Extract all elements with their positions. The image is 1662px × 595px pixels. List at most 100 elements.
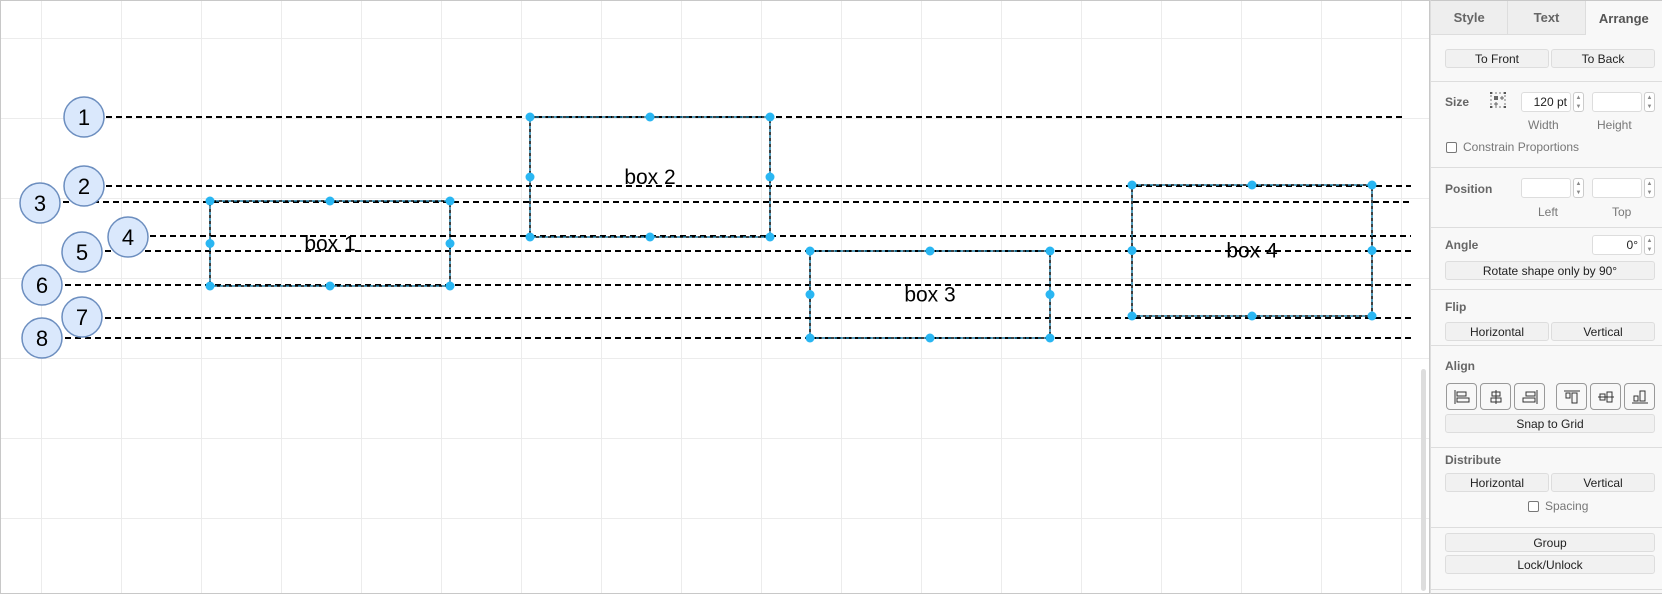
resize-handle[interactable]: [645, 112, 655, 122]
left-label: Left: [1538, 205, 1559, 219]
top-stepper[interactable]: ▲ ▼: [1644, 178, 1655, 198]
tab-style[interactable]: Style: [1431, 1, 1509, 35]
left-stepper[interactable]: ▲ ▼: [1573, 178, 1584, 198]
resize-handle[interactable]: [805, 246, 815, 256]
box-label: box 3: [904, 284, 955, 307]
resize-handle[interactable]: [1247, 180, 1257, 190]
resize-handle[interactable]: [1045, 246, 1055, 256]
resize-handle[interactable]: [925, 246, 935, 256]
resize-handle[interactable]: [325, 281, 335, 291]
resize-handle[interactable]: [205, 239, 215, 248]
diagram-canvas[interactable]: box 1 box 2 box 3 box 4 1 2 3 4 5 6 7 8: [0, 0, 1430, 594]
left-input[interactable]: [1521, 178, 1571, 198]
rotate-90-button[interactable]: Rotate shape only by 90°: [1445, 261, 1655, 280]
box-label: box 2: [624, 166, 675, 189]
resize-handle[interactable]: [805, 290, 815, 299]
align-left-button[interactable]: [1446, 383, 1477, 410]
resize-handle[interactable]: [325, 196, 335, 206]
to-back-button[interactable]: To Back: [1551, 49, 1655, 68]
distribute-label: Distribute: [1445, 453, 1502, 467]
align-center-button[interactable]: [1480, 383, 1511, 410]
top-label: Top: [1612, 205, 1632, 219]
resize-handle[interactable]: [765, 232, 775, 242]
guide-number: 2: [78, 174, 90, 199]
resize-handle[interactable]: [765, 172, 775, 182]
constrain-proportions-checkbox[interactable]: [1446, 142, 1457, 153]
resize-handle[interactable]: [925, 333, 935, 343]
angle-stepper[interactable]: ▲ ▼: [1644, 235, 1655, 255]
resize-handle[interactable]: [445, 281, 455, 291]
vertical-scrollbar[interactable]: [1421, 369, 1426, 591]
guide-number: 7: [76, 305, 88, 330]
angle-input[interactable]: 0°: [1592, 235, 1642, 255]
group-button[interactable]: Group: [1445, 533, 1655, 552]
resize-handle[interactable]: [525, 232, 535, 242]
angle-section: Angle 0° ▲ ▼ Rotate shape only by 90°: [1431, 227, 1662, 290]
panel-tabs: Style Text Arrange: [1431, 1, 1662, 35]
resize-handle[interactable]: [1045, 290, 1055, 299]
spacing-label: Spacing: [1545, 499, 1589, 513]
resize-handle[interactable]: [525, 172, 535, 182]
flip-label: Flip: [1445, 300, 1467, 314]
guide-number: 5: [76, 240, 88, 265]
order-section: To Front To Back: [1431, 35, 1662, 82]
resize-handle[interactable]: [1247, 311, 1257, 321]
align-bottom-button[interactable]: [1624, 383, 1655, 410]
guide-number: 8: [36, 326, 48, 351]
guide-number: 6: [36, 273, 48, 298]
align-left-icon: [1454, 390, 1470, 404]
format-panel: Style Text Arrange To Front To Back Size…: [1430, 0, 1662, 594]
flip-horizontal-button[interactable]: Horizontal: [1445, 322, 1549, 341]
resize-handle[interactable]: [1367, 246, 1377, 255]
size-section: Size 120 pt ▲ ▼ ▲ ▼ Width Height Constrain…: [1431, 81, 1662, 168]
group-section: Group Lock/Unlock: [1431, 527, 1662, 590]
position-label: Position: [1445, 182, 1493, 196]
align-right-icon: [1522, 390, 1538, 404]
align-middle-button[interactable]: [1590, 383, 1621, 410]
resize-handle[interactable]: [645, 232, 655, 242]
resize-handle[interactable]: [525, 112, 535, 122]
tab-arrange[interactable]: Arrange: [1585, 1, 1662, 35]
resize-handle[interactable]: [445, 239, 455, 248]
flip-section: Flip Horizontal Vertical: [1431, 289, 1662, 346]
resize-handle[interactable]: [205, 196, 215, 206]
spacing-checkbox[interactable]: [1528, 501, 1539, 512]
align-top-button[interactable]: [1556, 383, 1587, 410]
align-right-button[interactable]: [1514, 383, 1545, 410]
width-label: Width: [1528, 118, 1559, 132]
top-input[interactable]: [1592, 178, 1642, 198]
guide-number: 1: [78, 105, 90, 130]
resize-handle[interactable]: [1127, 180, 1137, 190]
resize-handle[interactable]: [205, 281, 215, 291]
autosize-icon[interactable]: [1489, 91, 1507, 112]
height-input[interactable]: [1592, 92, 1642, 112]
to-front-button[interactable]: To Front: [1445, 49, 1549, 68]
resize-handle[interactable]: [1045, 333, 1055, 343]
distribute-horizontal-button[interactable]: Horizontal: [1445, 473, 1549, 492]
resize-handle[interactable]: [1367, 180, 1377, 190]
diagram-svg: box 1 box 2 box 3 box 4 1 2 3 4 5 6 7 8: [19, 96, 1413, 359]
align-center-icon: [1490, 390, 1502, 404]
guide-number: 4: [122, 225, 134, 250]
distribute-vertical-button[interactable]: Vertical: [1551, 473, 1655, 492]
width-stepper[interactable]: ▲ ▼: [1573, 92, 1584, 112]
height-stepper[interactable]: ▲ ▼: [1644, 92, 1655, 112]
box-label: box 1: [304, 233, 355, 256]
lock-unlock-button[interactable]: Lock/Unlock: [1445, 555, 1655, 574]
resize-handle[interactable]: [445, 196, 455, 206]
position-section: Position ▲ ▼ ▲ ▼ Left Top: [1431, 167, 1662, 228]
angle-label: Angle: [1445, 238, 1479, 252]
resize-handle[interactable]: [805, 333, 815, 343]
flip-vertical-button[interactable]: Vertical: [1551, 322, 1655, 341]
resize-handle[interactable]: [1367, 311, 1377, 321]
size-label: Size: [1445, 95, 1470, 109]
height-label: Height: [1597, 118, 1632, 132]
resize-handle[interactable]: [1127, 246, 1137, 255]
width-input[interactable]: 120 pt: [1521, 92, 1571, 112]
tab-text[interactable]: Text: [1508, 1, 1586, 35]
snap-to-grid-button[interactable]: Snap to Grid: [1445, 414, 1655, 433]
constrain-proportions-label: Constrain Proportions: [1463, 140, 1580, 154]
resize-handle[interactable]: [765, 112, 775, 122]
distribute-section: Distribute Horizontal Vertical Spacing: [1431, 447, 1662, 528]
resize-handle[interactable]: [1127, 311, 1137, 321]
